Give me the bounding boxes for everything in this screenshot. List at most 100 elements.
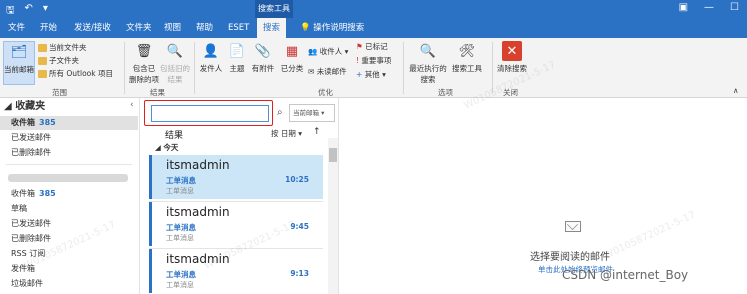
mailbox-deleted[interactable]: 已删除邮件	[0, 232, 138, 246]
search-tools-label: 搜索工具	[452, 64, 482, 73]
mailbox-icon: 🗂	[10, 44, 28, 60]
message-item[interactable]: itsmadmin 工单消息 9:13 工单消息	[149, 249, 323, 293]
redacted-account-name	[8, 174, 128, 182]
message-preview: 工单消息	[166, 234, 194, 242]
mailbox-junk[interactable]: 垃圾邮件	[0, 277, 138, 291]
plus-icon: +	[356, 70, 363, 79]
tab-help[interactable]: 帮助	[196, 18, 213, 38]
message-subject: 工单消息	[166, 223, 196, 232]
csdn-overlay-text: CSDN @internet_Boy	[562, 268, 689, 282]
maximize-icon[interactable]: ☐	[730, 2, 739, 13]
message-preview: 工单消息	[166, 187, 194, 195]
favorites-label: 收藏夹	[15, 101, 46, 112]
mailbox-sent[interactable]: 已发送邮件	[0, 217, 138, 231]
lightbulb-icon: 💡	[300, 23, 311, 33]
flagged-button[interactable]: ⚑ 已标记	[356, 41, 388, 52]
tab-home[interactable]: 开始	[40, 18, 57, 38]
search-tools-button[interactable]: 🛠 搜索工具	[450, 41, 484, 74]
message-time: 9:45	[290, 222, 309, 231]
include-older-button[interactable]: 🔍 包括旧的结果	[160, 41, 190, 85]
more-button[interactable]: + 其他 ▾	[356, 69, 386, 80]
folder-label: RSS 订阅	[11, 249, 46, 258]
message-subject: 工单消息	[166, 270, 196, 279]
close-search-button[interactable]: ✕ 清除搜索	[496, 41, 528, 74]
tab-view[interactable]: 视图	[164, 18, 181, 38]
magnifier-icon: 🔍	[419, 43, 437, 59]
folder-label: 已发送邮件	[11, 133, 51, 142]
all-items-icon	[38, 70, 47, 78]
close-icon: ✕	[502, 41, 522, 61]
from-label: 发件人	[199, 64, 223, 73]
sort-by-date[interactable]: 按 日期 ▾	[271, 128, 302, 139]
unread-button[interactable]: ✉ 未读邮件	[308, 66, 347, 77]
tab-eset[interactable]: ESET	[228, 18, 249, 38]
collapse-ribbon-icon[interactable]: ∧	[733, 86, 739, 95]
favorite-deleted[interactable]: 已删除邮件	[0, 146, 138, 160]
favorites-header[interactable]: ◢ 收藏夹	[0, 100, 138, 114]
favorite-inbox[interactable]: 收件箱 385	[0, 116, 138, 130]
close-search-label: 清除搜索	[497, 64, 527, 73]
envelope-icon: ✉	[308, 67, 315, 76]
group-today[interactable]: ◢ 今天	[155, 142, 178, 153]
all-outlook-items-label: 所有 Outlook 项目	[49, 69, 113, 78]
tell-me-label: 操作说明搜索	[313, 23, 365, 33]
folder-label: 已删除邮件	[11, 234, 51, 243]
sent-to-icon: 👥	[308, 47, 318, 56]
tab-search[interactable]: 搜索	[257, 18, 287, 38]
all-outlook-items-button[interactable]: 所有 Outlook 项目	[38, 68, 113, 79]
search-scope-dropdown[interactable]: 当前邮箱 ▾	[289, 104, 335, 122]
mailbox-rss[interactable]: RSS 订阅	[0, 247, 138, 261]
has-attachments-label: 有附件	[251, 64, 275, 73]
favorite-sent[interactable]: 已发送邮件	[0, 131, 138, 145]
important-button[interactable]: ! 重要事项	[356, 55, 391, 66]
divider	[6, 164, 132, 165]
mailbox-inbox[interactable]: 收件箱 385	[0, 187, 138, 201]
current-folder-button[interactable]: 当前文件夹	[38, 42, 87, 53]
ribbon-tabs: 文件 开始 发送/接收 文件夹 视图 帮助 ESET 搜索 💡 操作说明搜索	[0, 18, 747, 38]
tab-folder[interactable]: 文件夹	[126, 18, 152, 38]
has-attachments-button[interactable]: 📎 有附件	[250, 41, 276, 74]
current-mailbox-button[interactable]: 🗂 当前邮箱	[3, 41, 35, 85]
mailbox-outbox[interactable]: 发件箱	[0, 262, 138, 276]
message-item[interactable]: itsmadmin 工单消息 9:45 工单消息	[149, 202, 323, 246]
context-title: 搜索工具	[255, 0, 293, 18]
folder-icon	[38, 44, 47, 52]
tools-icon: 🛠	[458, 43, 476, 59]
message-time: 10:25	[285, 175, 309, 184]
message-time: 9:13	[290, 269, 309, 278]
categorized-button[interactable]: ▦ 已分类	[278, 41, 306, 74]
search-icon[interactable]: ⌕	[277, 107, 283, 118]
include-deleted-button[interactable]: 🗑 包含已 删除的项	[128, 41, 160, 85]
folder-label: 草稿	[11, 204, 27, 213]
sent-to-button[interactable]: 👥 收件人 ▾	[308, 46, 348, 57]
message-subject: 工单消息	[166, 176, 196, 185]
scope-group-label: 范围	[52, 88, 67, 97]
close-group-label: 关闭	[503, 88, 518, 97]
tell-me-search[interactable]: 💡 操作说明搜索	[300, 18, 364, 38]
collapse-pane-icon[interactable]: ‹	[130, 100, 134, 110]
recent-searches-button[interactable]: 🔍 最近执行的 搜索	[408, 41, 448, 85]
trash-icon: 🗑	[135, 43, 153, 59]
options-group-label: 选项	[438, 88, 453, 97]
subfolders-button[interactable]: 子文件夹	[38, 55, 79, 66]
folder-label: 垃圾邮件	[11, 279, 43, 288]
minimize-icon[interactable]: —	[704, 2, 714, 13]
folder-label: 发件箱	[11, 264, 35, 273]
list-scrollbar-thumb[interactable]	[329, 148, 337, 162]
unread-count: 385	[39, 189, 56, 198]
message-item[interactable]: itsmadmin 工单消息 10:25 工单消息	[149, 155, 323, 199]
tab-file[interactable]: 文件	[8, 18, 25, 38]
from-button[interactable]: 👤 发件人	[198, 41, 224, 74]
folder-label: 已发送邮件	[11, 219, 51, 228]
paperclip-icon: 📎	[254, 43, 272, 59]
tab-send-receive[interactable]: 发送/接收	[74, 18, 111, 38]
ribbon-display-icon[interactable]: ▣	[679, 2, 688, 13]
important-label: 重要事项	[361, 56, 392, 65]
mailbox-drafts[interactable]: 草稿	[0, 202, 138, 216]
empty-reading-text: 选择要阅读的邮件	[530, 252, 610, 263]
window-controls: ▣ — ☐	[679, 2, 739, 13]
subject-button[interactable]: 📄 主题	[226, 41, 248, 74]
group-divider	[194, 42, 195, 94]
current-folder-label: 当前文件夹	[49, 43, 87, 52]
sort-direction-icon[interactable]: ↑	[313, 127, 321, 137]
